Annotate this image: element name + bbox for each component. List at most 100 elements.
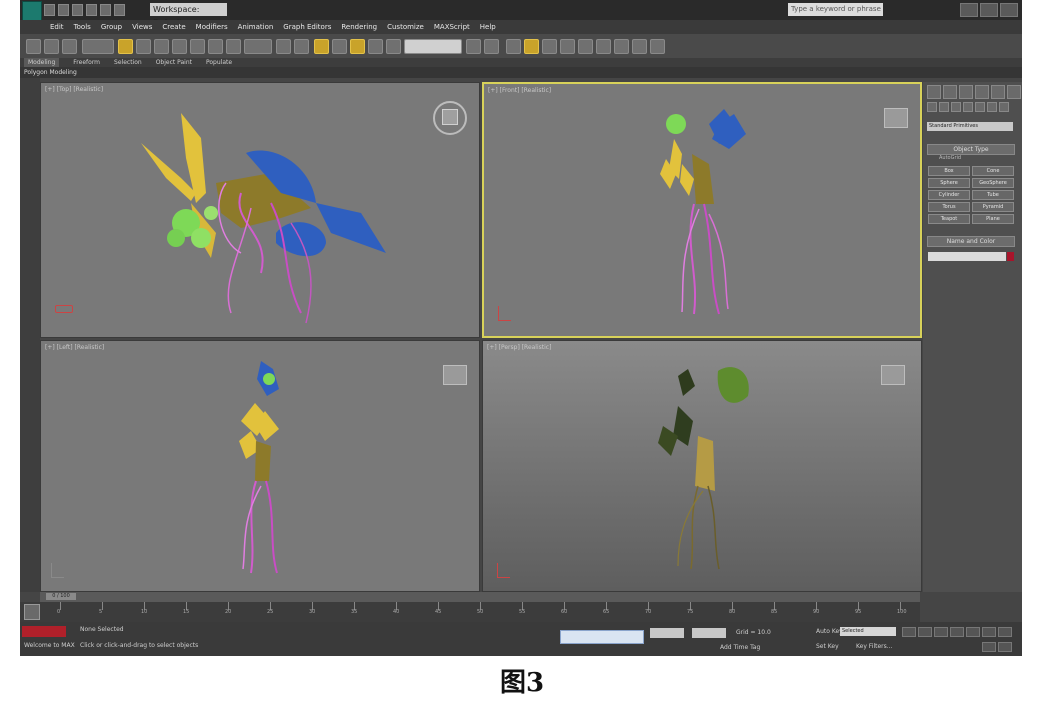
menu-item[interactable]: Help	[480, 20, 496, 34]
render-icon[interactable]	[632, 39, 647, 54]
selection-filter-dropdown[interactable]	[82, 39, 114, 54]
object-type-rollout[interactable]: Object Type	[927, 144, 1015, 155]
schematic-view-icon[interactable]	[560, 39, 575, 54]
geometry-icon[interactable]	[927, 102, 937, 112]
tab-modeling[interactable]: Modeling	[24, 58, 60, 67]
plant-model-perspective[interactable]	[483, 341, 922, 592]
go-to-end-icon[interactable]	[966, 627, 980, 637]
workspace-dropdown[interactable]: Workspace: Default	[150, 3, 227, 27]
autogrid-checkbox[interactable]: AutoGrid	[939, 155, 961, 161]
time-slider[interactable]: 0 / 100	[40, 592, 920, 602]
motion-tab-icon[interactable]	[975, 85, 989, 99]
menu-item[interactable]: Modifiers	[196, 20, 228, 34]
modify-tab-icon[interactable]	[943, 85, 957, 99]
name-color-rollout[interactable]: Name and Color	[927, 236, 1015, 247]
pyramid-button[interactable]: Pyramid	[972, 202, 1014, 212]
angle-snap-icon[interactable]	[332, 39, 347, 54]
create-tab-icon[interactable]	[927, 85, 941, 99]
previous-frame-icon[interactable]	[918, 627, 932, 637]
layer-manager-icon[interactable]	[506, 39, 521, 54]
render-setup-icon[interactable]	[596, 39, 611, 54]
space-warps-icon[interactable]	[987, 102, 997, 112]
named-selection-icon[interactable]	[386, 39, 401, 54]
material-editor-icon[interactable]	[578, 39, 593, 54]
lights-icon[interactable]	[951, 102, 961, 112]
helpers-icon[interactable]	[975, 102, 985, 112]
track-bar[interactable]: 0 5 10 15 20 25 30 35 40 45 50 55 60 65 70 75 80 85 90 95 10…	[20, 602, 920, 622]
menu-item[interactable]: Graph Editors	[283, 20, 331, 34]
plant-model-left[interactable]	[41, 341, 480, 592]
redo-icon[interactable]	[100, 4, 111, 16]
select-by-name-icon[interactable]	[136, 39, 151, 54]
auto-key-button[interactable]: Auto Key	[816, 628, 843, 635]
geosphere-button[interactable]: GeoSphere	[972, 178, 1014, 188]
rendered-frame-icon[interactable]	[614, 39, 629, 54]
display-tab-icon[interactable]	[991, 85, 1005, 99]
maximize-viewport-icon[interactable]	[998, 642, 1012, 652]
hierarchy-tab-icon[interactable]	[959, 85, 973, 99]
tab-populate[interactable]: Populate	[206, 58, 232, 67]
select-manipulate-icon[interactable]	[294, 39, 309, 54]
viewport-perspective[interactable]: [+] [Persp] [Realistic]	[482, 340, 922, 592]
scale-icon[interactable]	[226, 39, 241, 54]
next-frame-icon[interactable]	[950, 627, 964, 637]
systems-icon[interactable]	[999, 102, 1009, 112]
cylinder-button[interactable]: Cylinder	[928, 190, 970, 200]
plane-button[interactable]: Plane	[972, 214, 1014, 224]
zoom-icon[interactable]	[982, 627, 996, 637]
polygon-modeling-label[interactable]: Polygon Modeling	[24, 67, 77, 78]
y-coordinate-field[interactable]	[692, 628, 726, 638]
menu-item[interactable]: Rendering	[341, 20, 377, 34]
graphite-toggle-icon[interactable]	[524, 39, 539, 54]
cone-button[interactable]: Cone	[972, 166, 1014, 176]
menu-item[interactable]: Customize	[387, 20, 424, 34]
unlink-tool-icon[interactable]	[62, 39, 77, 54]
play-icon[interactable]	[934, 627, 948, 637]
go-to-start-icon[interactable]	[902, 627, 916, 637]
torus-button[interactable]: Torus	[928, 202, 970, 212]
link-tool-icon[interactable]	[44, 39, 59, 54]
pivot-icon[interactable]	[276, 39, 291, 54]
new-file-icon[interactable]	[44, 4, 55, 16]
maxscript-listener[interactable]	[22, 626, 66, 637]
key-mode-dropdown[interactable]: Selected	[840, 627, 896, 636]
object-color-swatch[interactable]	[1007, 252, 1014, 261]
save-file-icon[interactable]	[72, 4, 83, 16]
undo-tool-icon[interactable]	[26, 39, 41, 54]
window-crossing-icon[interactable]	[172, 39, 187, 54]
menu-item[interactable]: Edit	[50, 20, 64, 34]
rotate-icon[interactable]	[208, 39, 223, 54]
project-folder-icon[interactable]	[114, 4, 125, 16]
menu-item[interactable]: Group	[101, 20, 122, 34]
sphere-button[interactable]: Sphere	[928, 178, 970, 188]
time-slider-handle[interactable]: 0 / 100	[46, 593, 76, 600]
tube-button[interactable]: Tube	[972, 190, 1014, 200]
reference-coordinate-dropdown[interactable]	[244, 39, 272, 54]
mini-curve-editor-icon[interactable]	[24, 604, 40, 620]
add-time-tag[interactable]: Add Time Tag	[720, 644, 760, 651]
box-button[interactable]: Box	[928, 166, 970, 176]
set-key-button[interactable]: Set Key	[816, 643, 839, 650]
primitive-type-dropdown[interactable]: Standard Primitives	[927, 122, 1013, 131]
percent-snap-icon[interactable]	[350, 39, 365, 54]
viewport-front[interactable]: [+] [Front] [Realistic]	[482, 82, 922, 338]
utilities-tab-icon[interactable]	[1007, 85, 1021, 99]
render-production-icon[interactable]	[650, 39, 665, 54]
x-coordinate-field[interactable]	[650, 628, 684, 638]
input-method-bar[interactable]	[560, 630, 644, 644]
menu-item[interactable]: Tools	[74, 20, 91, 34]
open-file-icon[interactable]	[58, 4, 69, 16]
shapes-icon[interactable]	[939, 102, 949, 112]
menu-item[interactable]: MAXScript	[434, 20, 470, 34]
tab-object-paint[interactable]: Object Paint	[156, 58, 192, 67]
search-input[interactable]: Type a keyword or phrase	[788, 3, 883, 16]
undo-icon[interactable]	[86, 4, 97, 16]
tab-selection[interactable]: Selection	[114, 58, 142, 67]
spinner-snap-icon[interactable]	[368, 39, 383, 54]
region-select-icon[interactable]	[154, 39, 169, 54]
menu-item[interactable]: Views	[132, 20, 152, 34]
align-icon[interactable]	[484, 39, 499, 54]
mirror-icon[interactable]	[466, 39, 481, 54]
named-selection-set-field[interactable]	[404, 39, 462, 54]
select-object-icon[interactable]	[118, 39, 133, 54]
